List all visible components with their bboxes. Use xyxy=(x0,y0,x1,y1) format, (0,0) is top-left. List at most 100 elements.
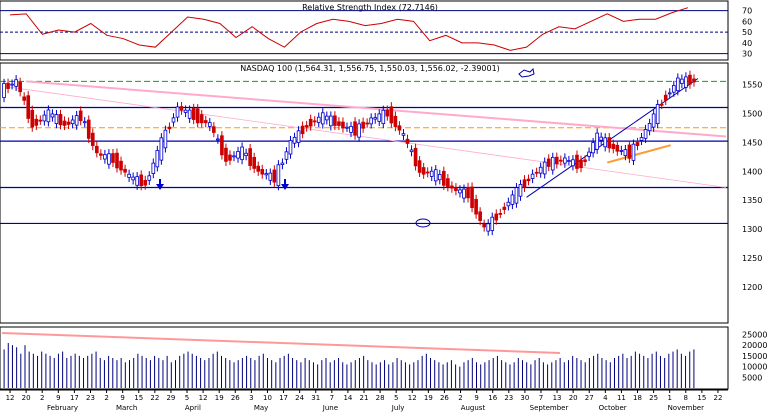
candle-body xyxy=(676,77,680,92)
day-tick-label: 22 xyxy=(150,394,159,402)
day-tick-label: 9 xyxy=(474,394,478,402)
candle-body xyxy=(143,180,148,186)
candle-body xyxy=(627,144,632,159)
day-tick-label: 7 xyxy=(539,394,543,402)
candle-body xyxy=(583,159,587,162)
candle-body xyxy=(381,109,386,125)
candle-body xyxy=(349,126,353,133)
candle-body xyxy=(2,83,6,98)
volume-panel: 500010000 15000 20000 25000 xyxy=(0,326,767,390)
month-label: November xyxy=(668,404,705,412)
day-tick-label: 19 xyxy=(215,394,224,402)
candle-body xyxy=(591,142,595,154)
candle-body xyxy=(183,109,188,113)
candle-body xyxy=(103,154,107,160)
candle-body xyxy=(494,213,499,221)
candle-body xyxy=(425,171,430,174)
rsi-tick-label: 40 xyxy=(742,39,752,48)
candle-body xyxy=(413,147,418,167)
candle-body xyxy=(268,172,273,181)
candle-body xyxy=(482,223,486,228)
candle-body xyxy=(409,149,414,153)
candle-body xyxy=(228,154,232,161)
candle-body xyxy=(288,140,293,155)
candle-body xyxy=(659,103,664,106)
rsi-tick-label: 60 xyxy=(742,17,752,26)
candle-body xyxy=(216,138,220,141)
price-tick-labels: 1200 1250 1300 1350 1400 1450 1500 1550 xyxy=(742,80,762,292)
day-tick-label: 20 xyxy=(22,394,31,402)
candle-body xyxy=(6,82,10,89)
month-label: October xyxy=(599,404,627,412)
candle-body xyxy=(312,120,317,123)
candle-body xyxy=(357,123,361,138)
candle-body xyxy=(615,144,620,152)
day-tick-label: 25 xyxy=(649,394,658,402)
day-tick-label: 2 xyxy=(40,394,44,402)
price-tick-label: 1250 xyxy=(742,254,762,263)
day-tick-label: 14 xyxy=(343,394,352,402)
day-tick-label: 2 xyxy=(104,394,108,402)
candle-body xyxy=(296,130,301,143)
candle-body xyxy=(127,173,131,178)
candle-body xyxy=(619,150,624,152)
candle-body xyxy=(651,113,656,128)
volume-tick-label: 25000 xyxy=(742,330,767,339)
day-tick-label: 18 xyxy=(633,394,642,402)
candle-body xyxy=(667,92,672,95)
candle-body xyxy=(54,114,59,125)
day-tick-label: 26 xyxy=(440,394,449,402)
candle-body xyxy=(599,136,603,141)
price-tick-label: 1550 xyxy=(742,80,762,89)
day-tick-label: 15 xyxy=(697,394,706,402)
candle-body xyxy=(446,178,450,188)
candle-body xyxy=(163,129,168,149)
day-tick-label: 28 xyxy=(376,394,385,402)
candle-body xyxy=(333,115,337,126)
candle-body xyxy=(131,176,135,181)
candle-body xyxy=(458,189,462,194)
candle-body xyxy=(506,201,511,207)
candle-body xyxy=(466,187,470,199)
candle-body xyxy=(486,223,491,232)
candle-body xyxy=(308,118,313,127)
candle-body xyxy=(361,121,365,129)
candle-body xyxy=(82,121,87,124)
candle-body xyxy=(212,126,216,133)
candle-body xyxy=(70,119,75,125)
price-panel-frame xyxy=(0,62,729,324)
day-tick-label: 5 xyxy=(394,394,398,402)
candle-body xyxy=(518,184,523,197)
candle-body xyxy=(107,153,111,165)
candle-body xyxy=(462,188,466,199)
day-tick-label: 15 xyxy=(134,394,143,402)
candle-body xyxy=(401,133,406,136)
price-tick-label: 1450 xyxy=(742,138,762,147)
candle-body xyxy=(224,147,228,162)
candle-body xyxy=(240,146,244,161)
candle-body xyxy=(199,114,204,124)
candle-body xyxy=(474,199,478,215)
rsi-title: Relative Strength Index (72.7146) xyxy=(302,3,438,12)
rsi-tick-label: 30 xyxy=(742,50,752,59)
x-axis: 12 20 2 9 17 23 2 9 15 22 29 5 12 19 26 3 10 17 24 31 7 14 21 2… xyxy=(0,389,728,412)
candle-body xyxy=(95,145,99,154)
day-tick-label: 23 xyxy=(86,394,95,402)
day-tick-label: 2 xyxy=(458,394,462,402)
volume-tick-labels: 500010000 15000 20000 25000 xyxy=(742,330,767,382)
stock-chart: 30 40 50 6070 Relative Strength Index (72.7… xyxy=(0,0,767,412)
candle-body xyxy=(135,176,139,186)
candle-body xyxy=(522,179,527,188)
candle-body xyxy=(147,175,152,181)
candle-body xyxy=(14,79,18,87)
candle-body xyxy=(191,108,196,120)
day-tick-label: 26 xyxy=(231,394,240,402)
candle-body xyxy=(90,132,95,146)
candle-body xyxy=(671,85,676,93)
candle-body xyxy=(256,165,261,172)
candle-body xyxy=(175,106,180,118)
day-tick-label: 11 xyxy=(617,394,626,402)
day-tick-label: 5 xyxy=(185,394,189,402)
day-tick-label: 30 xyxy=(520,394,529,402)
candle-body xyxy=(260,169,265,175)
